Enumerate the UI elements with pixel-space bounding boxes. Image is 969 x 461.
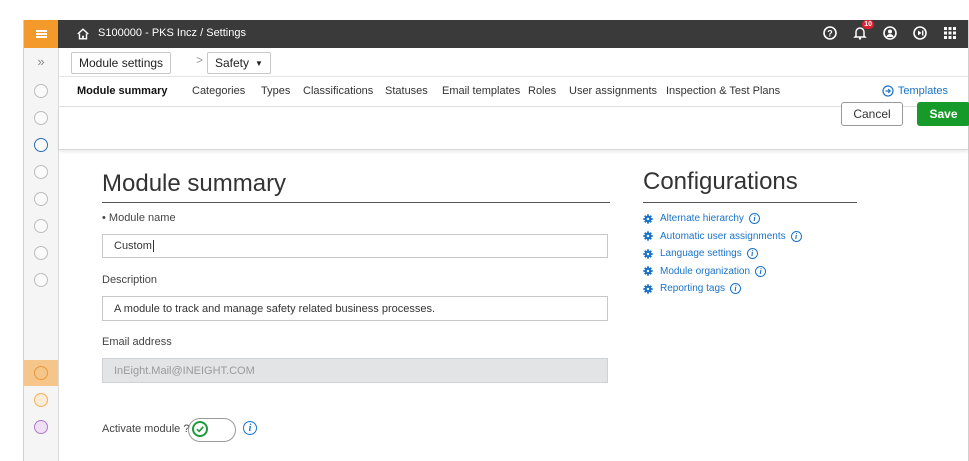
rail-module-3[interactable] <box>24 132 58 158</box>
info-icon[interactable]: i <box>730 283 742 295</box>
module-icon <box>34 420 48 434</box>
rail-module-2[interactable] <box>24 105 58 131</box>
tab-inspection-test-plans[interactable]: Inspection & Test Plans <box>666 85 780 97</box>
help-icon[interactable]: ? <box>822 25 838 41</box>
text-caret <box>152 240 154 252</box>
module-icon <box>34 138 48 152</box>
configurations-divider <box>643 202 857 203</box>
save-button[interactable]: Save <box>917 102 969 126</box>
gear-icon <box>643 231 653 241</box>
chevron-right-icon: > <box>196 53 204 67</box>
rail-module-8[interactable] <box>24 267 58 293</box>
rail-module-6[interactable] <box>24 213 58 239</box>
module-icon <box>34 246 48 260</box>
info-icon[interactable]: i <box>790 230 802 242</box>
tab-classifications[interactable]: Classifications <box>303 85 373 97</box>
config-alternate-hierarchy[interactable]: Alternate hierarchy i <box>643 210 802 228</box>
svg-text:?: ? <box>827 28 833 38</box>
tab-user-assignments[interactable]: User assignments <box>569 85 657 97</box>
expand-rail-icon[interactable]: » <box>24 49 58 73</box>
description-value: A module to track and manage safety rela… <box>114 302 436 315</box>
bell-icon[interactable]: 10 <box>852 20 874 41</box>
module-name-value: Custom <box>114 240 152 252</box>
config-label: Automatic user assignments <box>660 230 786 242</box>
gear-icon <box>643 284 653 294</box>
gear-icon <box>643 266 653 276</box>
templates-link[interactable]: Templates <box>882 85 948 97</box>
config-module-organization[interactable]: Module organization i <box>643 263 802 281</box>
configurations-list: Alternate hierarchy i Automatic user ass… <box>643 210 802 298</box>
notification-badge: 10 <box>862 20 874 29</box>
logout-icon[interactable] <box>912 25 928 41</box>
action-bar: Cancel Save <box>59 102 969 150</box>
left-rail: » <box>24 48 59 461</box>
module-icon <box>34 393 48 407</box>
configurations-title: Configurations <box>643 168 798 195</box>
rail-module-5[interactable] <box>24 186 58 212</box>
module-dropdown[interactable]: Safety ▼ <box>207 52 271 74</box>
templates-link-label: Templates <box>897 85 948 97</box>
rail-module-10[interactable] <box>24 387 58 413</box>
info-icon[interactable]: i <box>755 265 767 277</box>
rail-module-11[interactable] <box>24 414 58 440</box>
app-breadcrumb[interactable]: S100000 - PKS Incz / Settings <box>98 27 246 39</box>
tab-roles[interactable]: Roles <box>528 85 556 97</box>
activate-module-label: Activate module ? <box>102 423 190 435</box>
apps-grid-icon[interactable] <box>942 25 958 41</box>
description-input[interactable]: A module to track and manage safety rela… <box>102 296 608 321</box>
arrow-circle-icon <box>882 85 894 97</box>
gear-icon <box>643 249 653 259</box>
module-icon <box>34 192 48 206</box>
module-icon <box>34 273 48 287</box>
config-label: Reporting tags <box>660 283 726 295</box>
tab-statuses[interactable]: Statuses <box>385 85 428 97</box>
title-divider <box>102 202 610 203</box>
tab-types[interactable]: Types <box>261 85 290 97</box>
module-icon <box>34 219 48 233</box>
module-dropdown-label: Safety <box>215 56 250 70</box>
module-icon <box>34 366 48 380</box>
module-settings-chip[interactable]: Module settings <box>71 52 172 74</box>
module-name-label: • Module name <box>102 212 176 224</box>
module-icon <box>34 111 48 125</box>
config-label: Module organization <box>660 265 751 277</box>
config-reporting-tags[interactable]: Reporting tags i <box>643 280 802 298</box>
tab-email-templates[interactable]: Email templates <box>442 85 520 97</box>
tab-module-summary[interactable]: Module summary <box>77 85 167 97</box>
description-label: Description <box>102 274 158 286</box>
caret-down-icon: ▼ <box>255 58 263 68</box>
home-icon[interactable] <box>76 27 90 41</box>
rail-module-7[interactable] <box>24 240 58 266</box>
rail-module-active[interactable] <box>24 360 58 386</box>
rail-module-4[interactable] <box>24 159 58 185</box>
check-icon <box>192 421 208 437</box>
module-breadcrumb-bar: Module settings > Safety ▼ <box>59 48 968 77</box>
config-automatic-user-assignments[interactable]: Automatic user assignments i <box>643 228 802 246</box>
config-label: Alternate hierarchy <box>660 213 744 225</box>
cancel-button[interactable]: Cancel <box>841 102 903 126</box>
module-icon <box>34 165 48 179</box>
email-label: Email address <box>102 336 172 348</box>
info-icon[interactable]: i <box>748 213 760 225</box>
module-icon <box>34 84 48 98</box>
info-icon[interactable]: i <box>746 248 758 260</box>
user-icon[interactable] <box>882 25 898 41</box>
config-label: Language settings <box>660 248 742 260</box>
settings-tabs: Module summary Categories Types Classifi… <box>59 76 968 107</box>
hamburger-icon[interactable] <box>24 20 58 48</box>
email-input: InEight.Mail@INEIGHT.COM <box>102 358 608 383</box>
module-name-input[interactable]: Custom <box>102 234 608 258</box>
app-window: S100000 - PKS Incz / Settings ? 10 » Mod… <box>23 20 969 461</box>
tab-categories[interactable]: Categories <box>192 85 245 97</box>
gear-icon <box>643 214 653 224</box>
activate-module-toggle[interactable] <box>188 418 236 442</box>
config-language-settings[interactable]: Language settings i <box>643 245 802 263</box>
info-icon[interactable]: i <box>243 421 257 435</box>
page-title: Module summary <box>102 170 287 197</box>
top-bar: S100000 - PKS Incz / Settings ? 10 <box>24 20 968 48</box>
email-placeholder: InEight.Mail@INEIGHT.COM <box>114 364 255 377</box>
rail-module-1[interactable] <box>24 78 58 104</box>
